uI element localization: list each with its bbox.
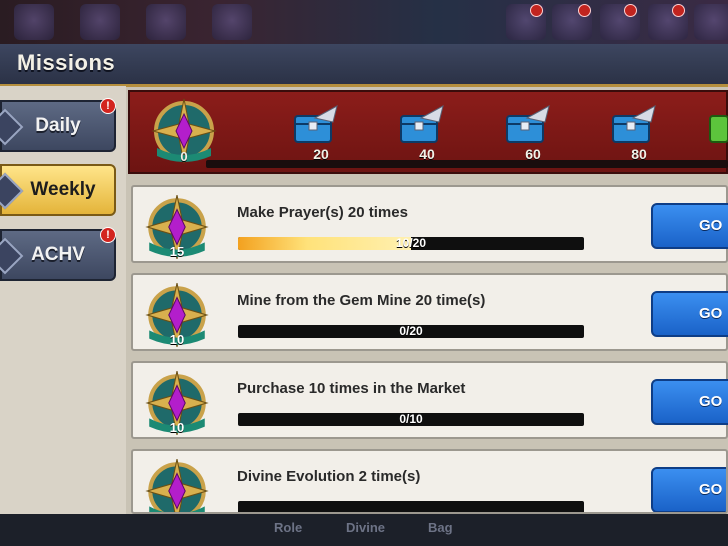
hud-slot-icon	[146, 4, 186, 40]
hud-slot-icon	[14, 4, 54, 40]
top-hud-strip	[0, 0, 728, 44]
go-button[interactable]: GO	[651, 203, 728, 249]
hud-slot-icon	[212, 4, 252, 40]
progress-bar: 10/20	[238, 237, 584, 250]
go-button-label: GO	[699, 393, 723, 410]
tab-label: Weekly	[30, 179, 96, 200]
bottom-nav: Role Divine Bag	[0, 514, 728, 546]
winged-chest-icon[interactable]	[603, 104, 659, 148]
current-points: 0	[180, 149, 188, 164]
alert-dot	[624, 4, 637, 17]
progress-text: 0/20	[399, 325, 423, 338]
progress-text: 10/20	[395, 237, 427, 250]
nav-role[interactable]: Role	[274, 520, 302, 535]
nav-bag[interactable]: Bag	[428, 520, 453, 535]
tab-weekly[interactable]: Weekly	[0, 164, 116, 216]
mission-row: 10 Mine from the Gem Mine 20 time(s) 0/2…	[131, 273, 728, 351]
alert-dot	[672, 4, 685, 17]
tab-label: ACHV	[31, 244, 85, 265]
tab-daily[interactable]: Daily !	[0, 98, 116, 152]
page-title: Missions	[17, 50, 116, 75]
go-button[interactable]: GO	[651, 379, 728, 425]
compass-star-gem-icon	[145, 459, 209, 512]
mission-row: 15 Make Prayer(s) 20 times 10/20 GO	[131, 185, 728, 263]
progress-bar: 0/10	[238, 413, 584, 426]
hud-slot-icon	[694, 4, 728, 40]
milestone-points: 20	[313, 146, 329, 162]
progress-bar: 0/20	[238, 325, 584, 338]
winged-chest-icon[interactable]	[285, 104, 341, 148]
milestone-points: 40	[419, 146, 435, 162]
go-button[interactable]: GO	[651, 467, 726, 512]
mission-title: Make Prayer(s) 20 times	[237, 204, 408, 221]
go-button-label: GO	[699, 217, 723, 234]
hud-slot-icon	[80, 4, 120, 40]
nav-divine[interactable]: Divine	[346, 520, 385, 535]
alert-dot	[578, 4, 591, 17]
go-button-label: GO	[699, 305, 723, 322]
milestone-points: 80	[631, 146, 647, 162]
tab-label: Daily	[35, 115, 81, 136]
winged-chest-icon[interactable]	[391, 104, 447, 148]
mission-title: Mine from the Gem Mine 20 time(s)	[237, 292, 486, 309]
mission-row: 10 Purchase 10 times in the Market 0/10 …	[131, 361, 728, 439]
winged-chest-icon[interactable]	[706, 104, 728, 148]
mission-row: Divine Evolution 2 time(s) GO	[131, 449, 728, 514]
exclamation-icon: !	[100, 98, 116, 114]
go-button[interactable]: GO	[651, 291, 728, 337]
mission-title: Divine Evolution 2 time(s)	[237, 468, 421, 485]
winged-chest-icon[interactable]	[497, 104, 553, 148]
alert-dot	[530, 4, 543, 17]
go-button-label: GO	[699, 481, 723, 498]
mission-points: 10	[169, 332, 185, 347]
progress-text: 0/10	[399, 413, 423, 426]
milestone-points: 60	[525, 146, 541, 162]
mission-title: Purchase 10 times in the Market	[237, 380, 466, 397]
tab-achv[interactable]: ACHV !	[0, 227, 116, 281]
exclamation-icon: !	[100, 227, 116, 243]
mission-points: 10	[169, 420, 185, 435]
mission-points: 15	[169, 244, 185, 259]
progress-bar	[238, 501, 584, 512]
